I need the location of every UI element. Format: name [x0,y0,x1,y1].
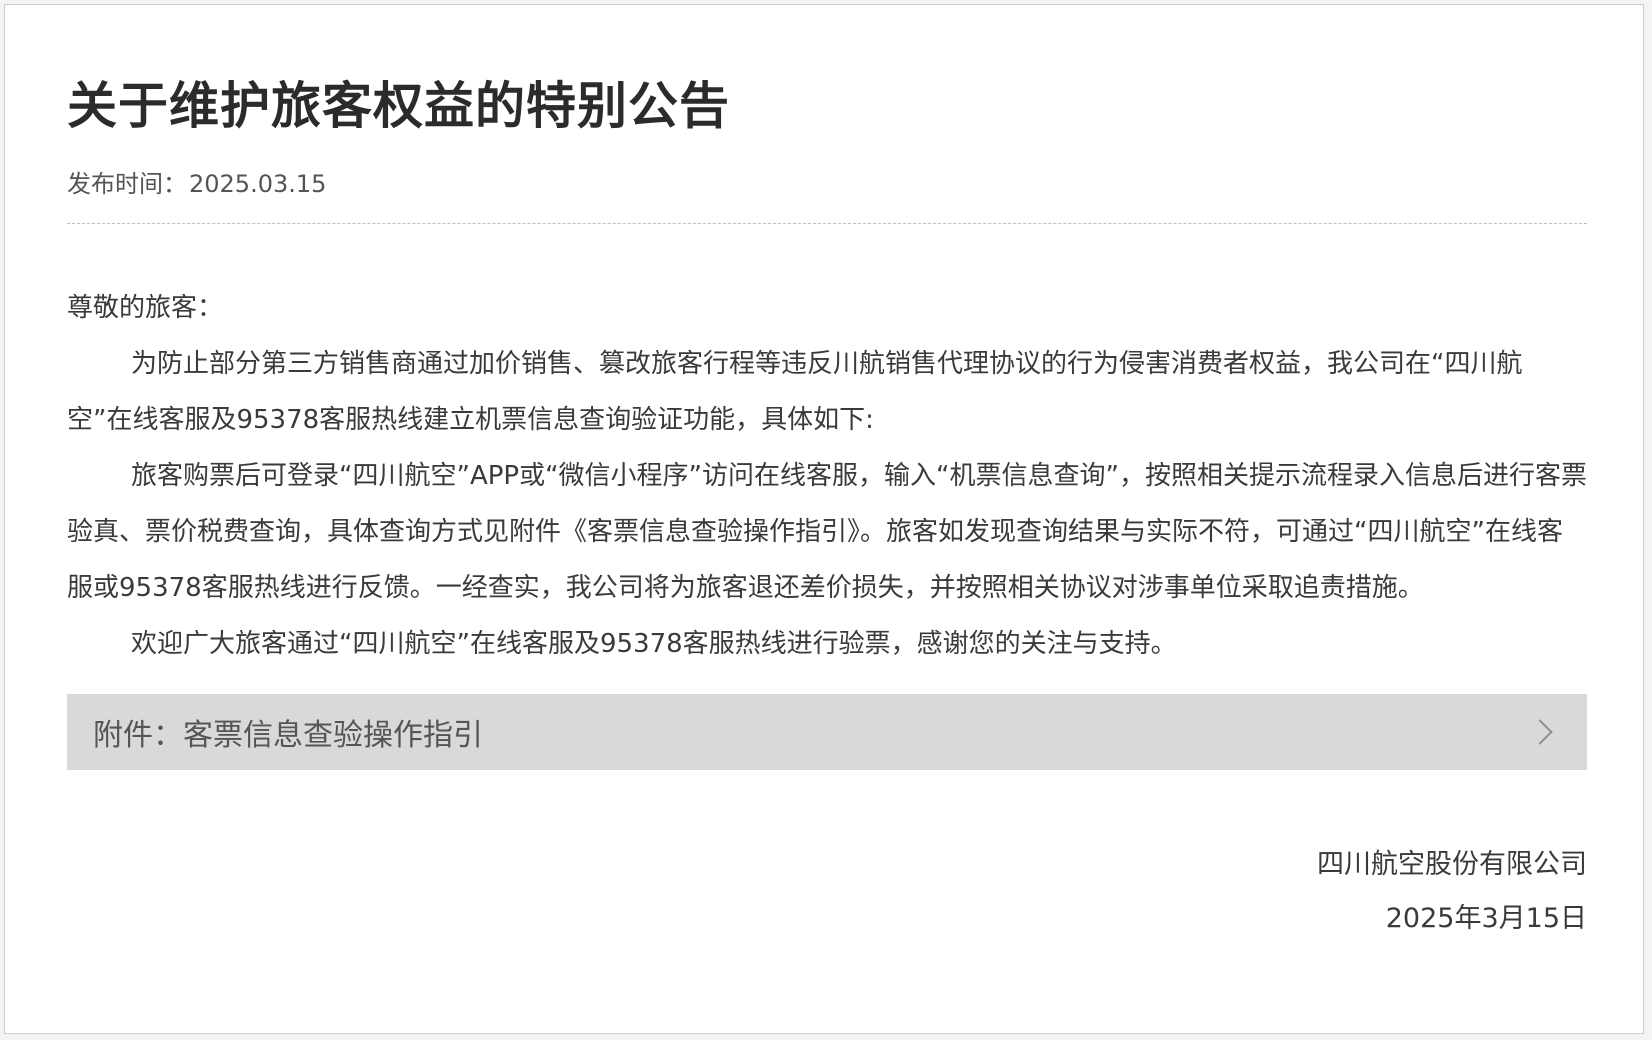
attachment-label: 附件：客票信息查验操作指引 [93,718,483,753]
publish-label: 发布时间： [67,170,187,198]
notice-frame: 关于维护旅客权益的特别公告 发布时间：2025.03.15 尊敬的旅客： 为防止… [4,4,1644,1034]
publish-date: 2025.03.15 [189,170,327,198]
signature-company: 四川航空股份有限公司 [1317,849,1587,880]
notice-body: 尊敬的旅客： 为防止部分第三方销售商通过加价销售、篡改旅客行程等违反川航销售代理… [67,280,1587,672]
notice-content: 关于维护旅客权益的特别公告 发布时间：2025.03.15 尊敬的旅客： 为防止… [67,65,1587,946]
paragraph-2: 旅客购票后可登录“四川航空”APP或“微信小程序”访问在线客服，输入“机票信息查… [67,461,1587,603]
attachment-link[interactable]: 附件：客票信息查验操作指引 [67,694,1587,770]
publish-info: 发布时间：2025.03.15 [67,167,1587,201]
dashed-divider [67,223,1587,224]
chevron-right-icon [1527,719,1553,745]
signature-block: 四川航空股份有限公司 2025年3月15日 [67,838,1587,946]
signature-date: 2025年3月15日 [1385,903,1587,934]
greeting: 尊敬的旅客： [67,293,224,323]
paragraph-3: 欢迎广大旅客通过“四川航空”在线客服及95378客服热线进行验票，感谢您的关注与… [131,629,1177,659]
notice-title: 关于维护旅客权益的特别公告 [67,77,730,135]
paragraph-1: 为防止部分第三方销售商通过加价销售、篡改旅客行程等违反川航销售代理协议的行为侵害… [67,349,1523,435]
